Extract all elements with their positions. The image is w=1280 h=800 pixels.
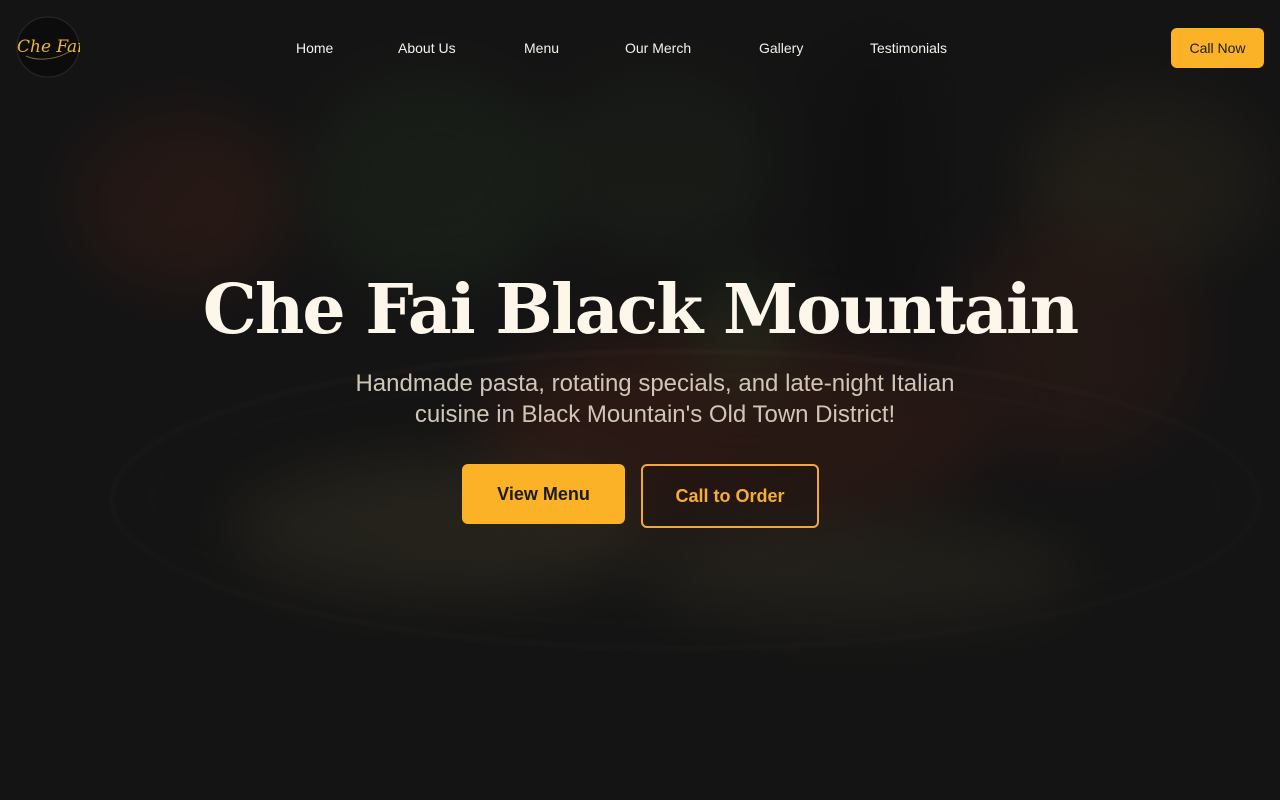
- nav-about-us[interactable]: About Us: [398, 38, 456, 58]
- nav-menu[interactable]: Menu: [524, 38, 559, 58]
- hero-title: Che Fai Black Mountain: [202, 270, 1079, 350]
- hero-subtitle: Handmade pasta, rotating specials, and l…: [355, 370, 955, 428]
- nav-testimonials[interactable]: Testimonials: [870, 38, 947, 58]
- landing-page: Che Fai Home About Us Menu Our Merch Gal…: [0, 0, 1280, 800]
- main-navigation: Home About Us Menu Our Merch Gallery Tes…: [0, 38, 1280, 58]
- nav-our-merch[interactable]: Our Merch: [625, 38, 691, 58]
- nav-gallery[interactable]: Gallery: [759, 38, 803, 58]
- site-header: Che Fai Home About Us Menu Our Merch Gal…: [0, 0, 1280, 96]
- view-menu-button[interactable]: View Menu: [462, 464, 625, 524]
- call-now-button[interactable]: Call Now: [1171, 28, 1264, 68]
- nav-home[interactable]: Home: [296, 38, 333, 58]
- call-to-order-button[interactable]: Call to Order: [641, 464, 819, 528]
